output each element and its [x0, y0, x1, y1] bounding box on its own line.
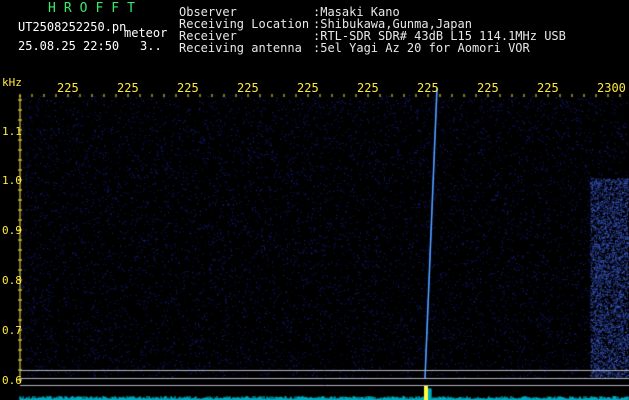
time-tick: 225 — [537, 81, 559, 95]
time-tick: 225 — [417, 81, 439, 95]
freq-tick: 0.8 — [2, 274, 22, 287]
freq-tick: 1.0 — [2, 174, 22, 187]
freq-tick: 0.6 — [2, 374, 22, 387]
freq-tick: 0.7 — [2, 324, 22, 337]
freq-tick: 1.1 — [2, 125, 22, 138]
antenna-value: :5el Yagi Az 20 for Aomori VOR — [313, 41, 530, 55]
observation-datetime: 25.08.25 22:50 — [18, 39, 120, 53]
time-tick: 225 — [117, 81, 139, 95]
freq-tick: 0.9 — [2, 224, 22, 237]
header-panel: HROFFT UT2508252250.pn meteor 25.08.25 2… — [0, 0, 629, 78]
time-tick: 225 — [357, 81, 379, 95]
time-tick: 225 — [297, 81, 319, 95]
unit-label: kHz — [2, 76, 22, 89]
time-tick: 225 — [177, 81, 199, 95]
time-tick: 225 — [237, 81, 259, 95]
spectrogram-plot: kHz 225 225 225 225 225 225 225 225 225 … — [0, 76, 629, 400]
program-title: HROFFT — [48, 1, 143, 16]
time-tick: 225 — [477, 81, 499, 95]
antenna-label: Receiving antenna — [179, 41, 302, 55]
spectrogram-canvas — [0, 78, 629, 400]
time-tick: 225 — [57, 81, 79, 95]
event-label: meteor — [124, 26, 168, 40]
time-tick: 2300 — [597, 81, 626, 95]
file-name: UT2508252250.pn — [18, 20, 127, 34]
event-counter: 3.. — [140, 39, 162, 53]
